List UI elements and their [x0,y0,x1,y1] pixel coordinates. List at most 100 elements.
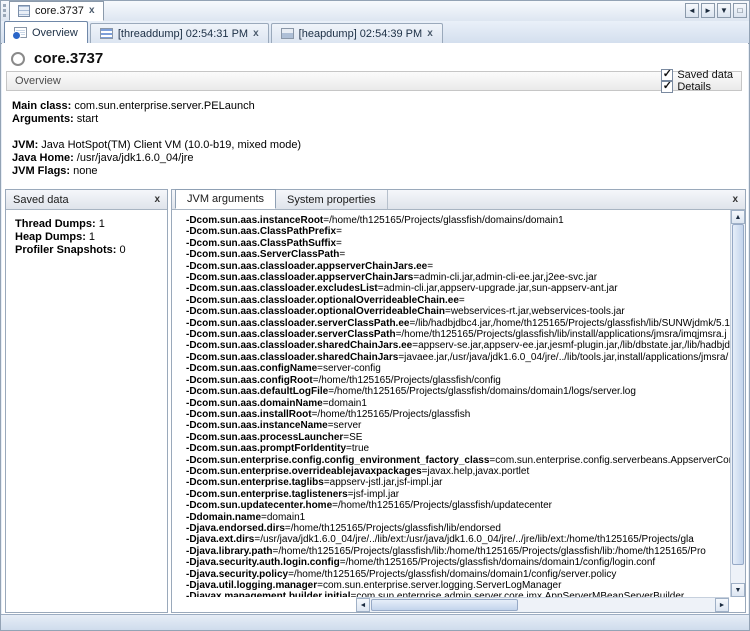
jvm-argument-value: =/home/th125165/Projects/glassfish/lib/e… [285,523,501,534]
saved-data-value: 0 [119,244,125,256]
jvm-argument-value: =jsf-impl.jar [348,489,399,500]
jvm-argument-row: -Dcom.sun.aas.promptForIdentity=true [186,443,730,454]
jvm-argument-row: -Dcom.sun.enterprise.taglisteners=jsf-im… [186,489,730,500]
jvm-argument-value: =domain1 [261,512,305,523]
tabbar-controls: ◄ ► ▼ □ [685,3,747,18]
jvm-argument-name: -Dcom.sun.enterprise.overrideablejavaxpa… [186,466,422,477]
jvm-argument-name: -Dcom.sun.aas.processLauncher [186,432,343,443]
jvm-argument-name: -Dcom.sun.aas.promptForIdentity [186,443,346,454]
overview-document: core.3737 Overview ✓ Saved data ✓ Detail… [2,43,748,615]
jvm-argument-value: =admin-cli.jar,appserv-upgrade.jar,sun-a… [378,283,618,294]
jvm-argument-value: =true [346,443,369,454]
jvm-argument-row: -Dcom.sun.aas.classloader.sharedChainJar… [186,340,730,351]
close-icon[interactable]: x [427,29,433,39]
jvm-argument-name: -Dcom.sun.enterprise.taglisteners [186,489,348,500]
jvm-argument-row: -Dcom.sun.aas.ServerClassPath= [186,249,730,260]
tab-list-dropdown-button[interactable]: ▼ [717,3,731,18]
jvm-argument-name: -Dcom.sun.aas.configName [186,363,317,374]
close-icon[interactable]: x [154,194,160,205]
jvm-argument-row: -Dcom.sun.aas.ClassPathPrefix= [186,226,730,237]
view-tab-icon [281,28,294,39]
jvm-argument-value: =com.sun.enterprise.config.serverbeans.A… [489,455,730,466]
jvm-argument-row: -Dcom.sun.aas.classloader.appserverChain… [186,272,730,283]
jvm-argument-value: =/home/th125165/Projects/glassfish/domai… [323,215,563,226]
document-tab-core3737[interactable]: core.3737 x [9,1,104,21]
document-tabbar: core.3737 x ◄ ► ▼ □ [1,1,749,22]
scroll-down-icon[interactable]: ▼ [731,583,745,597]
close-icon[interactable]: x [732,194,738,205]
vertical-scrollbar-thumb[interactable] [732,224,744,565]
saved-data-label: Thread Dumps: [15,218,96,230]
horizontal-scrollbar[interactable]: ◄ ► [356,597,729,612]
scroll-tabs-right-button[interactable]: ► [701,3,715,18]
tabbar-drag-handle[interactable] [3,4,6,17]
scroll-up-icon[interactable]: ▲ [731,210,745,224]
jvm-argument-name: -Djava.endorsed.dirs [186,523,285,534]
jvm-argument-name: -Djava.security.policy [186,569,288,580]
vertical-scrollbar[interactable]: ▲ ▼ [730,210,745,597]
info-value: none [73,165,97,177]
horizontal-scrollbar-thumb[interactable] [371,599,518,611]
info-row: Arguments:start [12,113,301,126]
jvm-argument-row: -Dcom.sun.aas.ClassPathSuffix= [186,238,730,249]
jvm-argument-value: =/home/th125165/Projects/glassfish/confi… [313,375,501,386]
info-label: JVM: [12,139,38,151]
saved-data-panel: Saved data x Thread Dumps:1 Heap Dumps:1… [5,189,168,613]
jvm-argument-row: -Dcom.sun.aas.defaultLogFile=/home/th125… [186,386,730,397]
jvm-argument-name: -Djavax.management.builder.initial [186,591,351,597]
jvm-argument-row: -Djava.library.path=/home/th125165/Proje… [186,546,730,557]
jvm-argument-value: =appserv-jstl.jar,jsf-impl.jar [324,477,443,488]
saved-data-row: Thread Dumps:1 [15,218,158,231]
info-label: Main class: [12,100,71,112]
visualvm-window: core.3737 x ◄ ► ▼ □ Overview [threaddump… [0,0,750,631]
view-tab[interactable]: Overview [4,21,88,43]
jvm-argument-value: =com.sun.enterprise.server.logging.Serve… [317,580,561,591]
jvm-argument-value: =/home/th125165/Projects/glassfish/lib/i… [396,329,727,340]
view-tab-icon [100,28,113,39]
jvm-fields: JVM:Java HotSpot(TM) Client VM (10.0-b19… [12,139,301,178]
status-bar [1,614,749,630]
info-value: com.sun.enterprise.server.PELaunch [74,100,254,112]
jvm-argument-name: -Dcom.sun.aas.classloader.serverClassPat… [186,318,409,329]
jvm-argument-row: -Dcom.sun.aas.configName=server-config [186,363,730,374]
scroll-tabs-left-button[interactable]: ◄ [685,3,699,18]
jvm-argument-name: -Dcom.sun.aas.ClassPathPrefix [186,226,336,237]
info-value: /usr/java/jdk1.6.0_04/jre [77,152,194,164]
saved-data-label: Heap Dumps: [15,231,86,243]
jvm-argument-name: -Djava.security.auth.login.config [186,557,340,568]
saved-data-row: Profiler Snapshots:0 [15,244,158,257]
overview-section-title: Overview [15,75,61,87]
maximize-button[interactable]: □ [733,3,747,18]
scroll-right-icon[interactable]: ► [715,598,729,612]
page-title: core.3737 [34,50,103,67]
jvm-argument-name: -Dcom.sun.enterprise.taglibs [186,477,324,488]
jvm-argument-row: -Dcom.sun.aas.classloader.serverClassPat… [186,318,730,329]
jvm-argument-name: -Dcom.sun.aas.configRoot [186,375,313,386]
jvm-argument-name: -Djava.util.logging.manager [186,580,317,591]
checkbox[interactable]: ✓ [661,81,673,93]
checkbox-option[interactable]: ✓ Details [661,81,733,93]
view-tab[interactable]: [heapdump] 02:54:39 PM x [271,23,443,43]
details-tab[interactable]: System properties [276,190,388,209]
jvm-argument-row: -Dcom.sun.updatecenter.home=/home/th1251… [186,500,730,511]
jvm-argument-name: -Dcom.sun.aas.ClassPathSuffix [186,238,336,249]
info-value: Java HotSpot(TM) Client VM (10.0-b19, mi… [41,139,301,151]
details-tab[interactable]: JVM arguments [175,189,276,209]
checkbox-label: Details [677,81,711,93]
jvm-argument-name: -Dcom.sun.updatecenter.home [186,500,332,511]
jvm-argument-name: -Dcom.sun.aas.classloader.appserverChain… [186,272,413,283]
saved-data-list: Thread Dumps:1 Heap Dumps: 1 Profiler Sna… [6,210,167,265]
close-icon[interactable]: x [89,6,95,16]
view-tab[interactable]: [threaddump] 02:54:31 PM x [90,23,269,43]
scroll-left-icon[interactable]: ◄ [356,598,370,612]
jvm-argument-name: -Dcom.sun.aas.ServerClassPath [186,249,339,260]
core-dump-icon [18,5,30,17]
jvm-argument-value: =javaee.jar,/usr/java/jdk1.6.0_04/jre/..… [398,352,728,363]
close-icon[interactable]: x [253,29,259,39]
jvm-argument-row: -Dcom.sun.aas.processLauncher=SE [186,432,730,443]
checkbox-option[interactable]: ✓ Saved data [661,69,733,81]
jvm-argument-name: -Dcom.sun.aas.instanceName [186,420,328,431]
progress-ring-icon [11,52,25,66]
overview-checkboxes: ✓ Saved data ✓ Details [641,69,733,93]
saved-data-value: 1 [99,218,105,230]
